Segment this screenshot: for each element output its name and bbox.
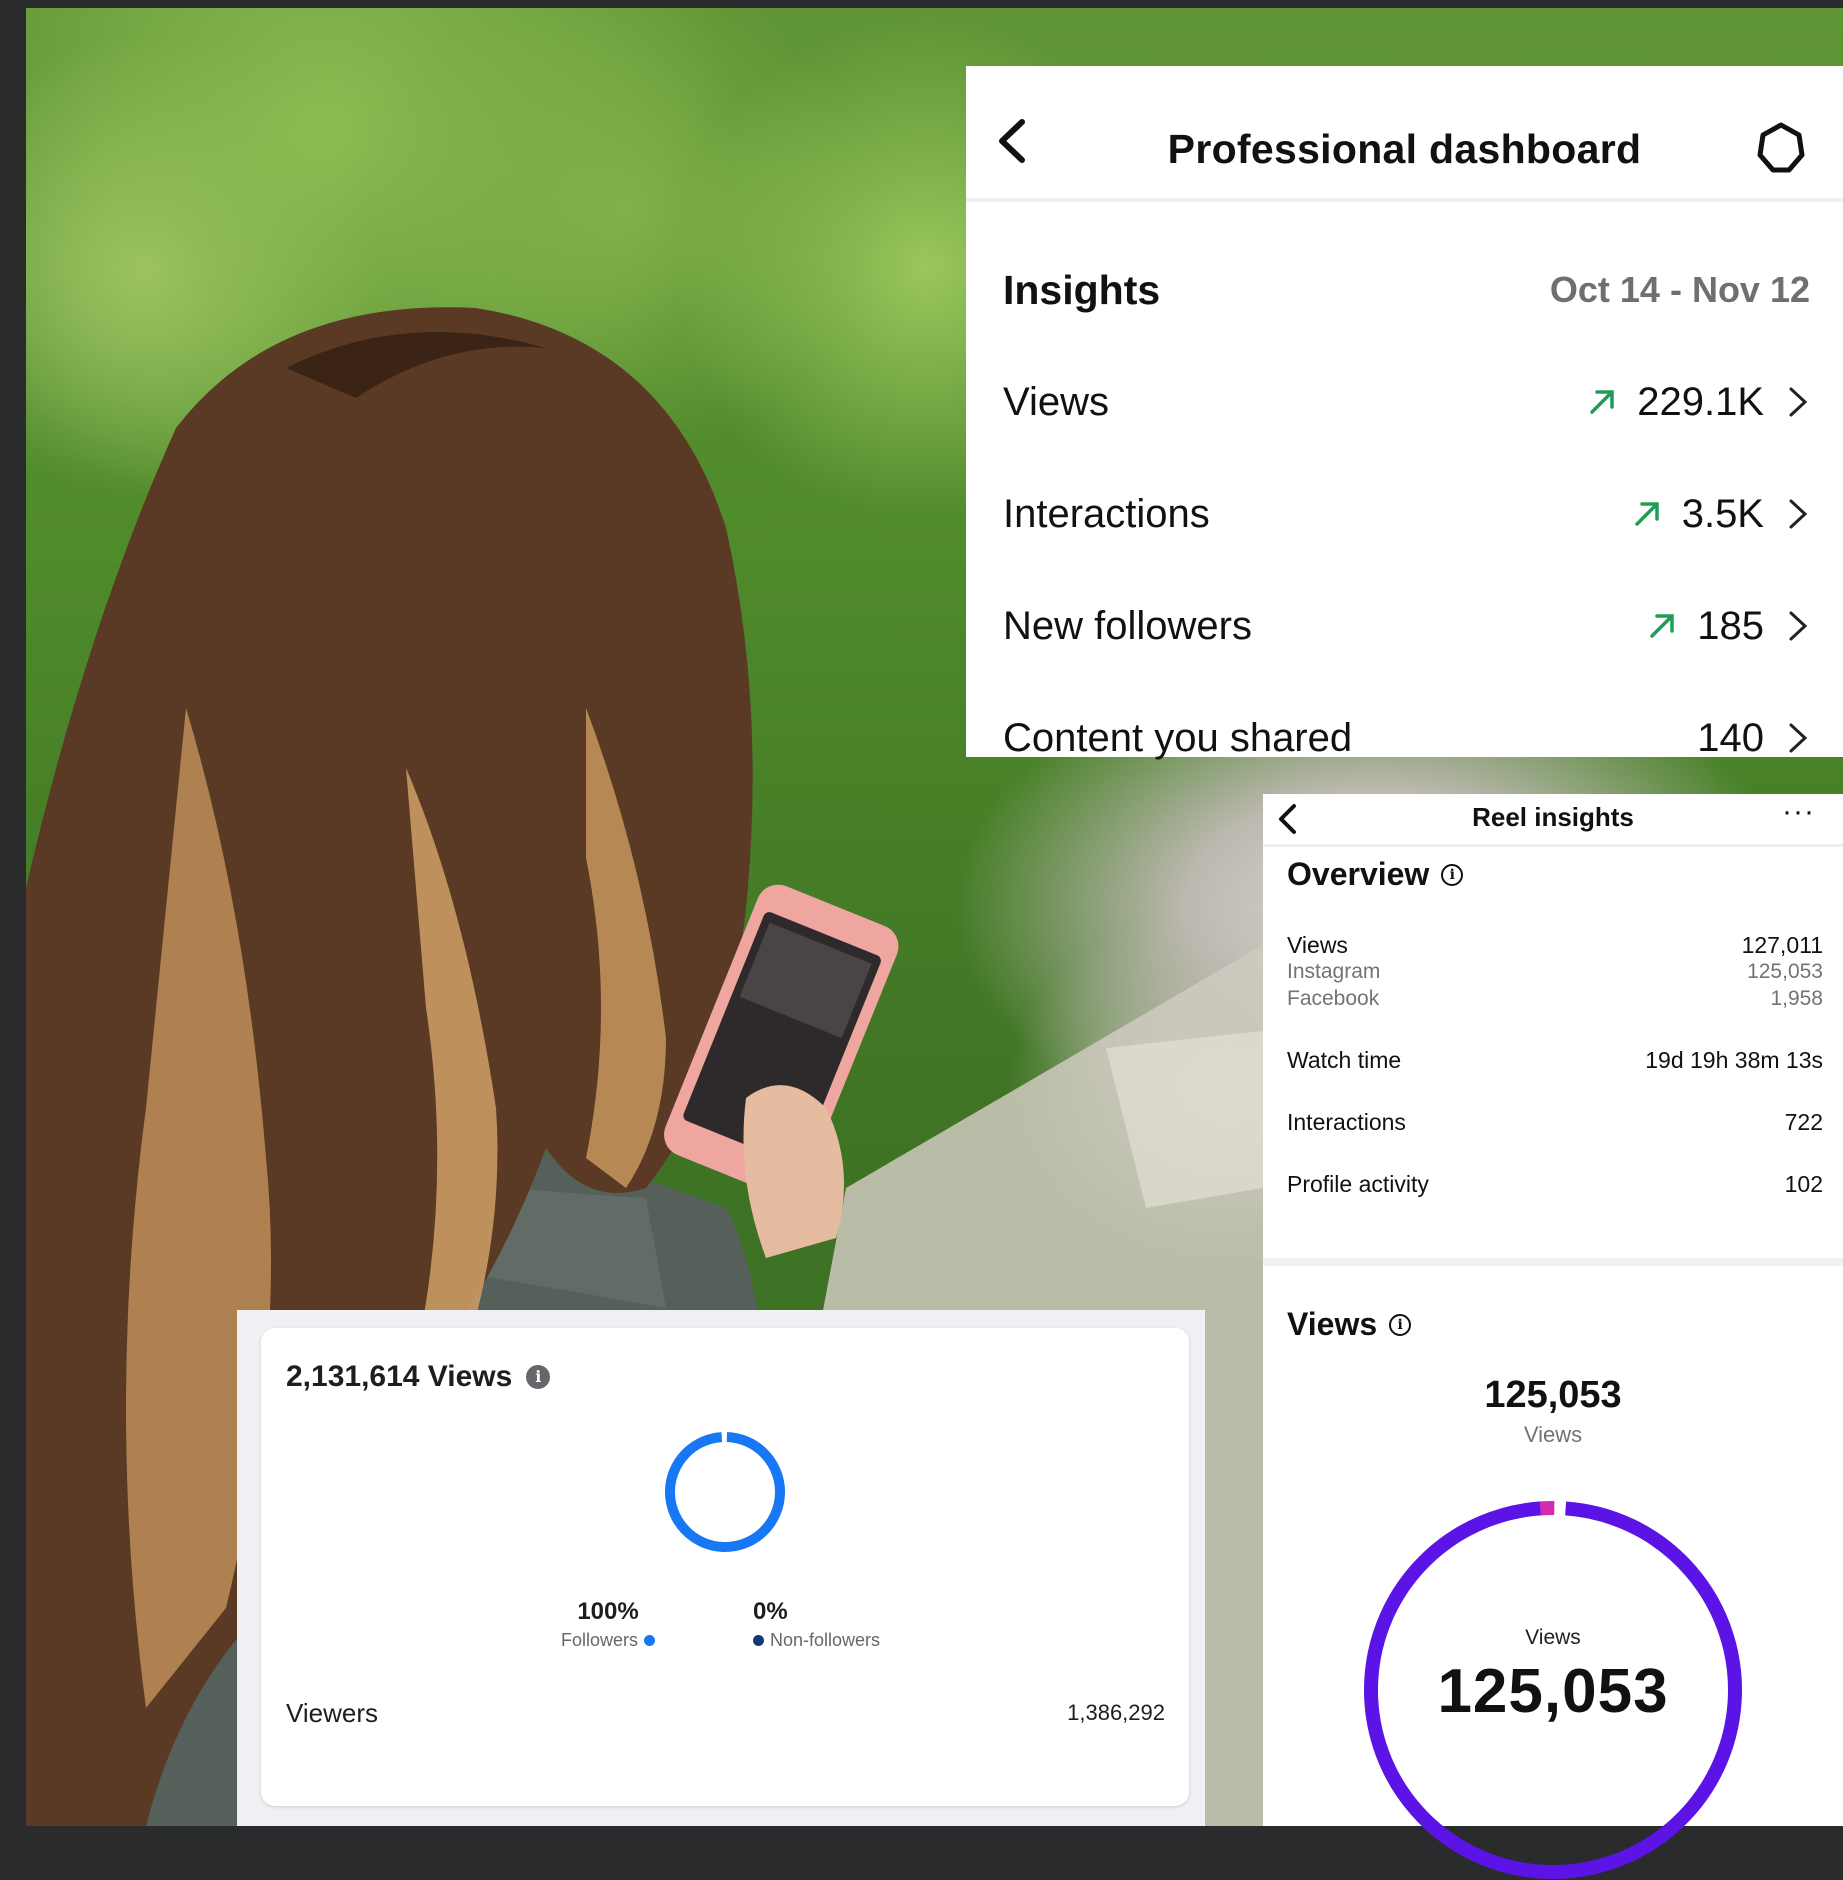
info-icon[interactable]: i [526,1365,551,1389]
insight-value: 140 [1697,715,1764,760]
donut-value: 125,053 [1437,1657,1669,1726]
nonfollowers-label: Non-followers [770,1630,881,1650]
nonfollowers-legend-label: Non-followers [753,1630,880,1651]
ri-header: Reel insights ··· [1263,794,1843,847]
trend-up-arrow-icon [1590,390,1614,414]
followers-legend-label: Followers [561,1630,656,1651]
row-label: Facebook [1287,987,1380,1010]
info-icon[interactable]: i [1441,863,1464,886]
views-title-text: 2,131,614 Views [286,1360,513,1393]
followers-donut-chart [665,1432,785,1552]
more-options-icon[interactable]: ··· [1782,794,1815,830]
followers-pct: 100% [577,1598,639,1625]
insight-value: 185 [1697,603,1764,648]
overview-row-instagram: Instagram 125,053 [1287,960,1823,984]
row-label: Profile activity [1287,1171,1429,1197]
insight-value: 3.5K [1681,491,1764,536]
viewers-label: Viewers [286,1698,379,1728]
viewers-value: 1,386,292 [1067,1700,1165,1725]
row-value: 1,958 [1770,987,1823,1010]
pd-header: Professional dashboard [966,66,1843,202]
views-section-title: Views [1287,1306,1378,1342]
overview-heading: Overview i [1287,856,1464,893]
overview-row-views: Views 127,011 [1287,932,1823,959]
overview-row-profile-activity: Profile activity 102 [1287,1171,1823,1198]
followers-ring [665,1432,785,1552]
row-label: Instagram [1287,960,1381,983]
legend-followers: 100% Followers [561,1598,656,1651]
insight-row-content-shared[interactable]: Content you shared 140 [1003,708,1843,768]
row-value: 722 [1784,1109,1823,1135]
overview-row-interactions: Interactions 722 [1287,1109,1823,1136]
row-value: 127,011 [1741,932,1823,958]
info-icon[interactable]: i [1389,1313,1412,1336]
followers-dot-icon [644,1635,656,1646]
views-total: 125,053 [1484,1374,1622,1416]
settings-gear-icon[interactable] [1754,121,1808,175]
overview-title: Overview [1287,856,1430,892]
insight-row-views[interactable]: Views 229.1K [1003,372,1843,432]
insight-label: New followers [1003,603,1252,648]
trend-up-arrow-icon [1650,614,1674,638]
insight-label: Interactions [1003,491,1210,536]
chevron-right-icon [1789,723,1808,753]
views-heading: Views i [1287,1306,1412,1343]
section-divider [1263,1258,1843,1266]
chevron-right-icon [1789,611,1808,641]
views-title: 2,131,614 Views i [286,1360,551,1394]
professional-dashboard-card: Professional dashboard Insights Oct 14 -… [966,66,1843,760]
trend-up-arrow-icon [1634,502,1659,526]
page-title: Professional dashboard [1167,126,1642,172]
insights-header-row: Insights Oct 14 - Nov 12 [1003,260,1843,320]
insight-row-new-followers[interactable]: New followers 185 [1003,596,1843,656]
chevron-right-icon [1789,387,1808,417]
views-total-label: Views [1523,1422,1583,1447]
overview-row-facebook: Facebook 1,958 [1287,987,1823,1011]
reel-insights-title: Reel insights [1472,802,1634,832]
row-value: 125,053 [1747,960,1823,983]
insight-row-interactions[interactable]: Interactions 3.5K [1003,484,1843,544]
reel-insights-card: Reel insights ··· Overview i Views 127,0… [1263,794,1843,1879]
row-value: 19d 19h 38m 13s [1645,1047,1823,1073]
donut-label: Views [1525,1626,1581,1649]
chevron-right-icon [1789,499,1808,529]
row-label: Interactions [1287,1109,1406,1135]
row-label: Watch time [1287,1047,1402,1073]
nonfollowers-pct: 0% [753,1598,788,1625]
date-range[interactable]: Oct 14 - Nov 12 [1550,269,1810,311]
insights-title: Insights [1003,266,1161,313]
insight-value: 229.1K [1637,379,1764,424]
followers-label: Followers [561,1630,639,1650]
nonfollowers-dot-icon [753,1635,764,1646]
row-value: 102 [1784,1171,1823,1197]
legend-non-followers: 0% Non-followers [753,1598,880,1651]
insight-label: Views [1003,379,1109,424]
row-label: Views [1287,932,1348,958]
overview-row-watch-time: Watch time 19d 19h 38m 13s [1287,1047,1823,1074]
facebook-views-panel: 2,131,614 Views i 100% Followers 0% Non-… [237,1310,1205,1826]
facebook-views-card: 2,131,614 Views i 100% Followers 0% Non-… [261,1328,1189,1806]
insight-label: Content you shared [1003,715,1353,760]
